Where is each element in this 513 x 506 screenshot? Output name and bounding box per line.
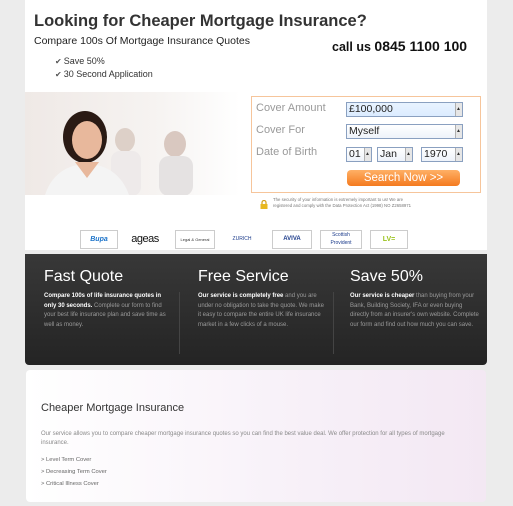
column-divider bbox=[179, 292, 180, 354]
phone-digits: 0845 1100 100 bbox=[374, 38, 468, 54]
feature-save: Save 50% Our service is cheaper than buy… bbox=[350, 268, 479, 328]
legal-general-logo: Legal & General bbox=[175, 230, 215, 249]
dob-day-select[interactable]: 01 ▲▼ bbox=[346, 147, 372, 162]
feature-title: Fast Quote bbox=[44, 268, 124, 285]
dob-label: Date of Birth bbox=[256, 146, 318, 158]
dropdown-arrow-icon: ▲▼ bbox=[455, 148, 462, 161]
zurich-logo: ZURICH bbox=[225, 230, 259, 249]
dropdown-arrow-icon: ▲▼ bbox=[455, 125, 462, 138]
cover-for-label: Cover For bbox=[256, 124, 305, 136]
feature-free-service: Free Service Our service is completely f… bbox=[198, 267, 328, 330]
search-now-button[interactable]: Search Now >> bbox=[347, 170, 460, 186]
info-section: Cheaper Mortgage Insurance Our service a… bbox=[26, 370, 486, 502]
checkmark-icon: ✔ bbox=[55, 70, 62, 79]
dob-month-select[interactable]: Jan ▲▼ bbox=[377, 147, 413, 162]
hero-section: Looking for Cheaper Mortgage Insurance? … bbox=[25, 0, 487, 250]
feature-fast-quote: Fast Quote Compare 100s of life insuranc… bbox=[44, 267, 174, 330]
lock-icon bbox=[260, 200, 268, 209]
list-item[interactable]: > Level Term Cover bbox=[41, 454, 107, 466]
cover-amount-select[interactable]: £100,000 ▲▼ bbox=[346, 102, 463, 117]
scottish-provident-logo: Scottish Provident bbox=[320, 230, 362, 249]
page-title: Looking for Cheaper Mortgage Insurance? bbox=[34, 12, 367, 30]
column-divider bbox=[333, 292, 334, 354]
lv-logo: LV= bbox=[370, 230, 408, 249]
quote-form: Cover Amount £100,000 ▲▼ Cover For Mysel… bbox=[251, 96, 481, 193]
feature-title: Save 50% bbox=[350, 268, 423, 285]
benefit-item: ✔ Save 50% bbox=[55, 56, 105, 66]
security-notice: The security of your information is extr… bbox=[273, 197, 412, 208]
page-subtitle: Compare 100s Of Mortgage Insurance Quote… bbox=[34, 35, 250, 47]
bupa-logo: Bupa bbox=[80, 230, 118, 249]
benefit-item: ✔ 30 Second Application bbox=[55, 69, 153, 79]
dropdown-arrow-icon: ▲▼ bbox=[405, 148, 412, 161]
dob-year-select[interactable]: 1970 ▲▼ bbox=[421, 147, 463, 162]
ageas-logo: ageas bbox=[125, 230, 165, 249]
cover-type-list: > Level Term Cover > Decreasing Term Cov… bbox=[41, 454, 107, 490]
aviva-logo: AVIVA bbox=[272, 230, 312, 249]
page: Looking for Cheaper Mortgage Insurance? … bbox=[25, 0, 487, 506]
features-band: Fast Quote Compare 100s of life insuranc… bbox=[25, 254, 487, 365]
insurer-logos: Bupa ageas Legal & General ZURICH AVIVA … bbox=[80, 230, 420, 249]
list-item[interactable]: > Critical Illness Cover bbox=[41, 478, 107, 490]
dropdown-arrow-icon: ▲▼ bbox=[364, 148, 371, 161]
cover-amount-label: Cover Amount bbox=[256, 102, 326, 114]
dropdown-arrow-icon: ▲▼ bbox=[455, 103, 462, 116]
benefit-list: ✔ Save 50% ✔ 30 Second Application bbox=[55, 55, 153, 81]
info-title: Cheaper Mortgage Insurance bbox=[41, 402, 185, 414]
checkmark-icon: ✔ bbox=[55, 57, 62, 66]
hero-photo bbox=[25, 92, 240, 195]
cover-for-select[interactable]: Myself ▲▼ bbox=[346, 124, 463, 139]
call-us-label: call us bbox=[332, 40, 371, 54]
feature-title: Free Service bbox=[198, 268, 289, 285]
phone-number[interactable]: call us 0845 1100 100 bbox=[332, 38, 467, 54]
list-item[interactable]: > Decreasing Term Cover bbox=[41, 466, 107, 478]
info-description: Our service allows you to compare cheape… bbox=[41, 431, 445, 446]
people-illustration bbox=[45, 111, 193, 195]
